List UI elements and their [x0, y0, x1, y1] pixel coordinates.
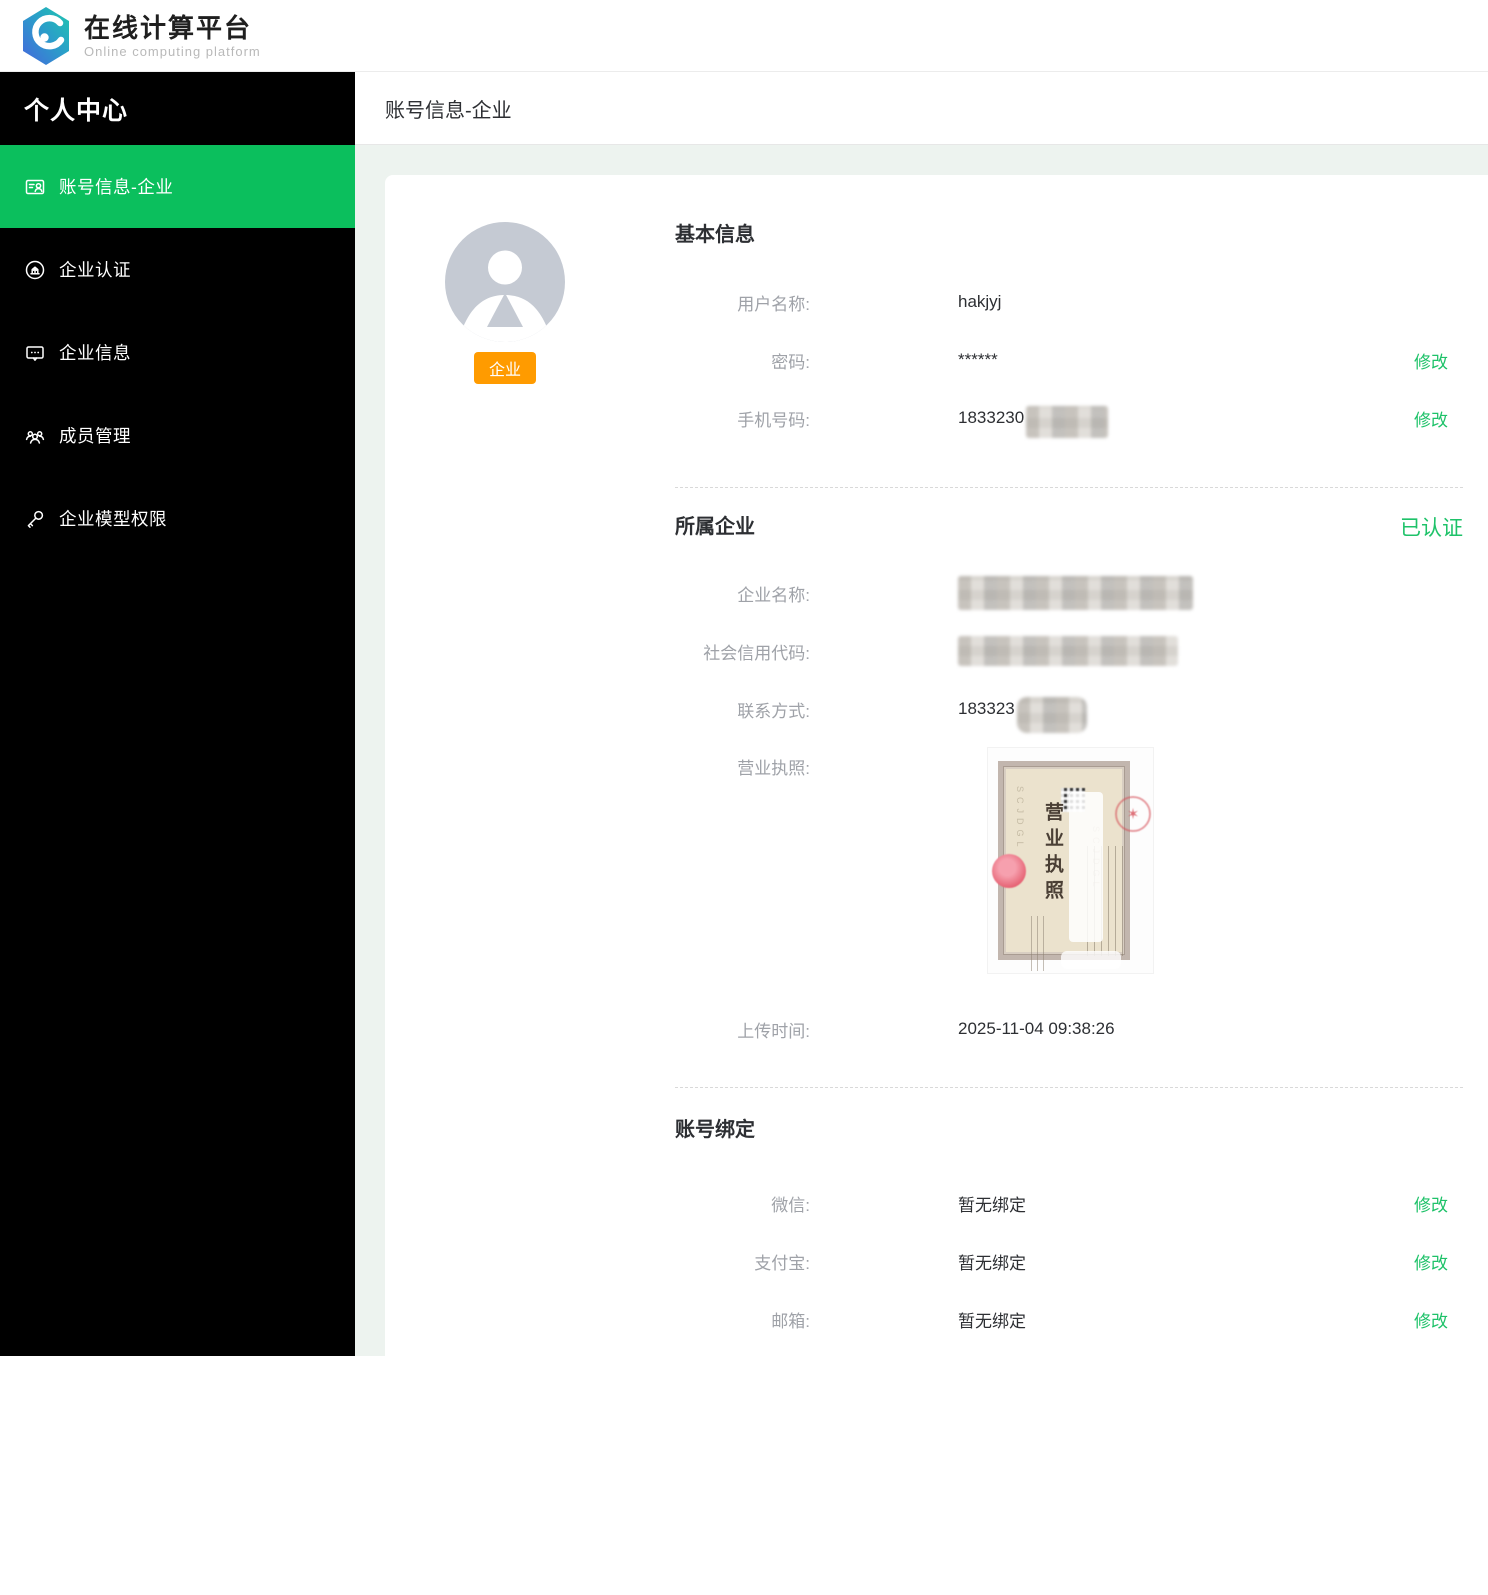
row-email: 邮箱: 暂无绑定 修改: [675, 1290, 1463, 1348]
row-phone: 手机号码: 1833230 修改: [675, 389, 1463, 447]
license-art: SCJDGL SCJDGL 营业执照 ✶: [992, 761, 1151, 971]
field-label: 微信:: [771, 1195, 810, 1215]
row-wechat: 微信: 暂无绑定 修改: [675, 1174, 1463, 1232]
masked-value: [958, 636, 1178, 666]
sidebar-item-label: 成员管理: [59, 426, 131, 446]
sidebar: 个人中心 账号信息-企业 企业认证 企业信息 成员管理 企业模型权限: [0, 72, 355, 1356]
license-emblem-seal: [992, 854, 1026, 888]
field-label: 联系方式:: [737, 701, 810, 721]
sidebar-item-account-info[interactable]: 账号信息-企业: [0, 145, 355, 228]
field-value: ******: [958, 350, 998, 369]
modify-password-link[interactable]: 修改: [1414, 348, 1448, 373]
masked-value: [1026, 406, 1109, 438]
members-icon: [24, 425, 46, 447]
field-value: hakjyj: [958, 292, 1002, 311]
field-value: 暂无绑定: [958, 1195, 1026, 1215]
person-icon: [458, 250, 552, 342]
divider: [675, 1087, 1463, 1088]
modify-email-link[interactable]: 修改: [1414, 1307, 1448, 1332]
page-title: 账号信息-企业: [385, 99, 512, 122]
field-label: 邮箱:: [771, 1311, 810, 1331]
avatar-block: 企业: [445, 222, 565, 384]
field-label: 用户名称:: [737, 294, 810, 314]
account-card: 企业 基本信息 用户名称: hakjyj 密码: ****** 修改 手机号码:…: [385, 175, 1488, 1595]
account-type-badge: 企业: [473, 352, 536, 384]
row-company-name: 企业名称:: [675, 564, 1463, 622]
building-circle-icon: [24, 259, 46, 281]
modify-alipay-link[interactable]: 修改: [1414, 1249, 1448, 1274]
divider: [675, 487, 1463, 488]
sidebar-item-label: 企业模型权限: [59, 509, 167, 529]
license-title: 营业执照: [1042, 802, 1063, 906]
sidebar-item-label: 企业信息: [59, 343, 131, 363]
field-value: 183323: [958, 691, 1087, 733]
field-value: 暂无绑定: [958, 1311, 1026, 1331]
field-value: 暂无绑定: [958, 1253, 1026, 1273]
field-label: 社会信用代码:: [703, 643, 810, 663]
field-label: 手机号码:: [737, 410, 810, 430]
field-value: 1833230: [958, 402, 1109, 438]
row-password: 密码: ****** 修改: [675, 331, 1463, 389]
verified-status[interactable]: 已认证: [1400, 512, 1463, 542]
key-icon: [24, 508, 46, 530]
row-credit-code: 社会信用代码:: [675, 622, 1463, 680]
sidebar-item-label: 账号信息-企业: [59, 177, 174, 197]
sidebar-item-label: 企业认证: [59, 260, 131, 280]
masked-value: [958, 576, 1193, 610]
sidebar-item-company-info[interactable]: 企业信息: [0, 311, 355, 394]
license-redaction: [1061, 951, 1121, 969]
main-area: 账号信息-企业 企业 基本信息 用户名称: hakjyj 密码: ****** …: [355, 72, 1488, 1595]
field-value: 2025-11-04 09:38:26: [958, 1019, 1115, 1038]
avatar: [445, 222, 565, 342]
section-title-binding: 账号绑定: [675, 1119, 755, 1141]
brand-title: 在线计算平台: [84, 12, 253, 43]
message-bubble-icon: [24, 342, 46, 364]
license-text-lines: [1031, 916, 1045, 971]
sidebar-item-model-perms[interactable]: 企业模型权限: [0, 477, 355, 560]
masked-value: [1016, 697, 1087, 733]
row-upload-time: 上传时间: 2025-11-04 09:38:26: [675, 1000, 1463, 1058]
modify-wechat-link[interactable]: 修改: [1414, 1191, 1448, 1216]
content-area: 企业 基本信息 用户名称: hakjyj 密码: ****** 修改 手机号码:…: [355, 145, 1488, 1595]
section-title-company: 所属企业: [675, 516, 755, 538]
field-label: 企业名称:: [737, 585, 810, 605]
brand-block: 在线计算平台 Online computing platform: [84, 13, 261, 59]
row-username: 用户名称: hakjyj: [675, 273, 1463, 331]
sidebar-item-members[interactable]: 成员管理: [0, 394, 355, 477]
field-label: 支付宝:: [754, 1253, 810, 1273]
row-alipay: 支付宝: 暂无绑定 修改: [675, 1232, 1463, 1290]
license-stamp: ✶: [1115, 796, 1151, 832]
top-header: 在线计算平台 Online computing platform: [0, 0, 1488, 72]
row-license: 营业执照: SCJDGL SCJDGL 营业执照: [675, 738, 1463, 978]
license-watermark: SCJDGL: [1015, 786, 1025, 852]
section-title-basic: 基本信息: [675, 224, 755, 246]
id-card-icon: [24, 176, 46, 198]
license-redaction: [1069, 792, 1103, 942]
sidebar-title: 个人中心: [24, 96, 129, 125]
field-value: [958, 636, 1178, 666]
row-contact: 联系方式: 183323: [675, 680, 1463, 738]
field-label: 上传时间:: [737, 1021, 810, 1041]
sidebar-item-company-cert[interactable]: 企业认证: [0, 228, 355, 311]
modify-phone-link[interactable]: 修改: [1414, 406, 1448, 431]
field-label: 密码:: [771, 352, 810, 372]
field-label: 营业执照:: [737, 759, 810, 778]
page-header: 账号信息-企业: [355, 72, 1488, 145]
info-column: 基本信息 用户名称: hakjyj 密码: ****** 修改 手机号码: 18…: [675, 175, 1488, 1348]
field-value: [958, 576, 1193, 610]
business-license-image[interactable]: SCJDGL SCJDGL 营业执照 ✶: [988, 748, 1153, 973]
app-logo-icon: [23, 6, 69, 65]
brand-subtitle: Online computing platform: [84, 43, 261, 59]
